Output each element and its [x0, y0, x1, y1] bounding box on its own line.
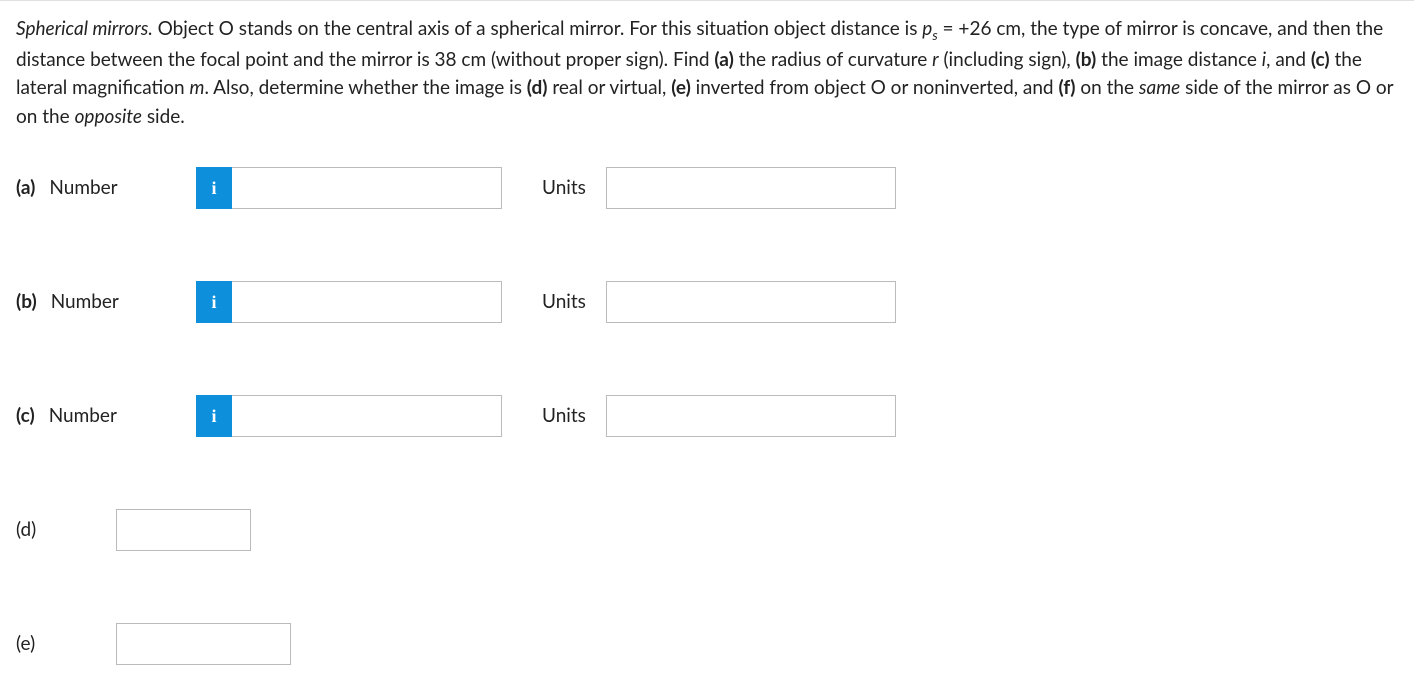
- part-b-number-input[interactable]: [232, 281, 502, 323]
- part-e-bold: (e): [671, 76, 691, 99]
- q-t3: the radius of curvature: [734, 48, 932, 71]
- part-e-label: (e): [16, 630, 116, 659]
- part-b-bold: (b): [1076, 48, 1097, 71]
- part-c-word: Number: [49, 404, 117, 427]
- intro-italic: Spherical mirrors.: [16, 17, 153, 40]
- q-t13: side.: [142, 105, 185, 128]
- part-d-select[interactable]: [116, 509, 251, 551]
- q-t9: real or virtual,: [548, 76, 672, 99]
- part-b-units-label: Units: [542, 288, 586, 317]
- row-b: (b) Number i Units: [16, 281, 1398, 323]
- part-b-word: Number: [51, 290, 119, 313]
- part-c-bold: (c): [1311, 48, 1330, 71]
- part-b-letter: (b): [16, 290, 37, 313]
- q-t1: Object O stands on the central axis of a…: [153, 17, 923, 40]
- q-t11: on the: [1075, 76, 1138, 99]
- q-t6: , and: [1266, 48, 1311, 71]
- part-b-label: (b) Number: [16, 288, 196, 317]
- part-a-units-select[interactable]: [606, 167, 896, 209]
- part-f-bold: (f): [1058, 76, 1075, 99]
- var-m: m: [189, 76, 204, 99]
- part-a-number-input[interactable]: [232, 167, 502, 209]
- part-c-units-select[interactable]: [606, 395, 896, 437]
- part-c-label: (c) Number: [16, 402, 196, 431]
- question-text: Spherical mirrors. Object O stands on th…: [16, 15, 1398, 131]
- part-c-letter: (c): [16, 404, 35, 427]
- part-a-word: Number: [49, 176, 117, 199]
- row-a: (a) Number i Units: [16, 167, 1398, 209]
- part-e-select[interactable]: [116, 623, 291, 665]
- part-d-bold: (d): [527, 76, 548, 99]
- q-t8: . Also, determine whether the image is: [204, 76, 526, 99]
- q-t4: (including sign),: [939, 48, 1076, 71]
- part-a-letter: (a): [16, 176, 35, 199]
- opposite-italic: opposite: [75, 105, 142, 128]
- part-c-number-input[interactable]: [232, 395, 502, 437]
- var-ps: p: [922, 17, 932, 40]
- part-a-label: (a) Number: [16, 174, 196, 203]
- part-d-letter: (d): [16, 518, 36, 541]
- row-d: (d): [16, 509, 1398, 551]
- info-icon[interactable]: i: [196, 395, 232, 437]
- q-t10: inverted from object O or noninverted, a…: [691, 76, 1059, 99]
- info-icon[interactable]: i: [196, 167, 232, 209]
- part-b-units-select[interactable]: [606, 281, 896, 323]
- part-a-bold: (a): [714, 48, 733, 71]
- part-d-label: (d): [16, 516, 116, 545]
- part-e-letter: (e): [16, 632, 35, 655]
- row-e: (e): [16, 623, 1398, 665]
- info-icon[interactable]: i: [196, 281, 232, 323]
- row-c: (c) Number i Units: [16, 395, 1398, 437]
- same-italic: same: [1139, 76, 1180, 99]
- q-t5: the image distance: [1096, 48, 1262, 71]
- part-a-units-label: Units: [542, 174, 586, 203]
- part-c-units-label: Units: [542, 402, 586, 431]
